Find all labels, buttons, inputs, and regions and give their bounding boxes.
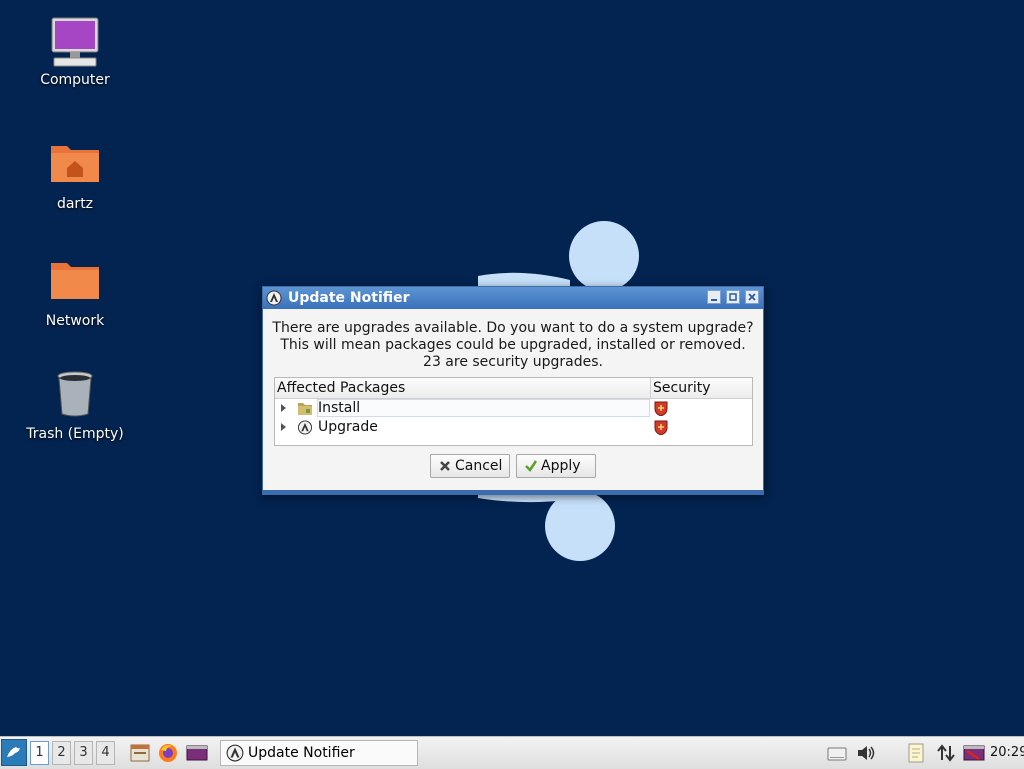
removable-drive-icon[interactable] [826,742,848,764]
dialog-title: Update Notifier [288,290,410,306]
column-header-security[interactable]: Security [653,380,711,396]
workspace-4[interactable]: 4 [96,741,115,765]
desktop-icon-label: dartz [56,196,94,212]
row-label: Upgrade [318,419,378,435]
row-label: Install [318,400,361,416]
column-header-affected-packages[interactable]: Affected Packages [277,380,405,396]
update-notifier-icon [266,290,282,306]
desktop-icon-computer[interactable]: Computer [20,16,130,88]
network-folder-icon [48,257,102,311]
expander-arrow-icon[interactable] [281,423,286,431]
dialog-message: There are upgrades available. Do you wan… [263,320,763,371]
table-row-upgrade[interactable]: Upgrade [275,418,752,437]
file-manager-icon[interactable] [129,742,151,764]
table-header: Affected Packages Security [275,378,752,399]
cancel-x-icon [440,461,450,471]
home-folder-icon [48,140,102,194]
image-viewer-icon[interactable] [186,742,208,764]
message-line: 23 are security upgrades. [423,354,603,370]
desktop-icon-label: Trash (Empty) [26,426,124,442]
minimize-button[interactable] [707,290,721,304]
desktop-icon-network[interactable]: Network [20,257,130,329]
update-notifier-icon [226,744,244,762]
firefox-icon[interactable] [157,742,179,764]
workspace-2[interactable]: 2 [52,741,71,765]
close-button[interactable] [745,290,759,304]
close-icon [748,293,756,301]
expander-arrow-icon[interactable] [281,404,286,412]
cancel-button-label: Cancel [455,458,503,474]
desktop-icon-label: Network [45,313,105,329]
message-line: This will mean packages could be upgrade… [280,337,746,353]
maximize-icon [729,293,737,301]
workspace-1[interactable]: 1 [30,741,49,765]
desktop-icon-trash[interactable]: Trash (Empty) [20,370,130,442]
shield-icon [654,401,668,416]
clipboard-notes-icon[interactable] [905,742,927,764]
update-notifier-dialog: Update Notifier There are upgrades avail… [262,286,764,495]
clock[interactable]: 20:29 [990,745,1024,760]
update-notification-icon[interactable] [963,742,985,764]
checkmark-icon [525,460,538,472]
apply-button-label: Apply [541,458,581,474]
network-arrows-icon[interactable] [935,742,957,764]
minimize-icon [711,299,717,301]
xfce-logo-icon [7,747,20,757]
desktop-icon-home[interactable]: dartz [20,140,130,212]
trash-icon [48,370,102,424]
update-notifier-icon [297,420,313,435]
apply-button[interactable]: Apply [516,454,596,478]
table-row-install[interactable]: Install [275,399,752,418]
cancel-button[interactable]: Cancel [430,454,510,478]
computer-icon [48,16,102,70]
workspace-3[interactable]: 3 [74,741,93,765]
application-menu-button[interactable] [1,739,27,766]
taskbar: 1 2 3 4 Update Notifier 20:29 [0,736,1024,769]
dialog-titlebar[interactable]: Update Notifier [263,287,763,309]
volume-icon[interactable] [855,742,877,764]
dialog-bottom-border [263,490,763,494]
shield-icon [654,420,668,435]
maximize-button[interactable] [726,290,740,304]
package-folder-icon [298,403,312,415]
taskbar-item-update-notifier[interactable]: Update Notifier [220,740,418,766]
message-line: There are upgrades available. Do you wan… [272,320,754,336]
desktop-icon-label: Computer [40,72,110,88]
affected-packages-table[interactable]: Affected Packages Security Install Upgra… [274,377,753,446]
taskbar-item-label: Update Notifier [248,745,355,761]
